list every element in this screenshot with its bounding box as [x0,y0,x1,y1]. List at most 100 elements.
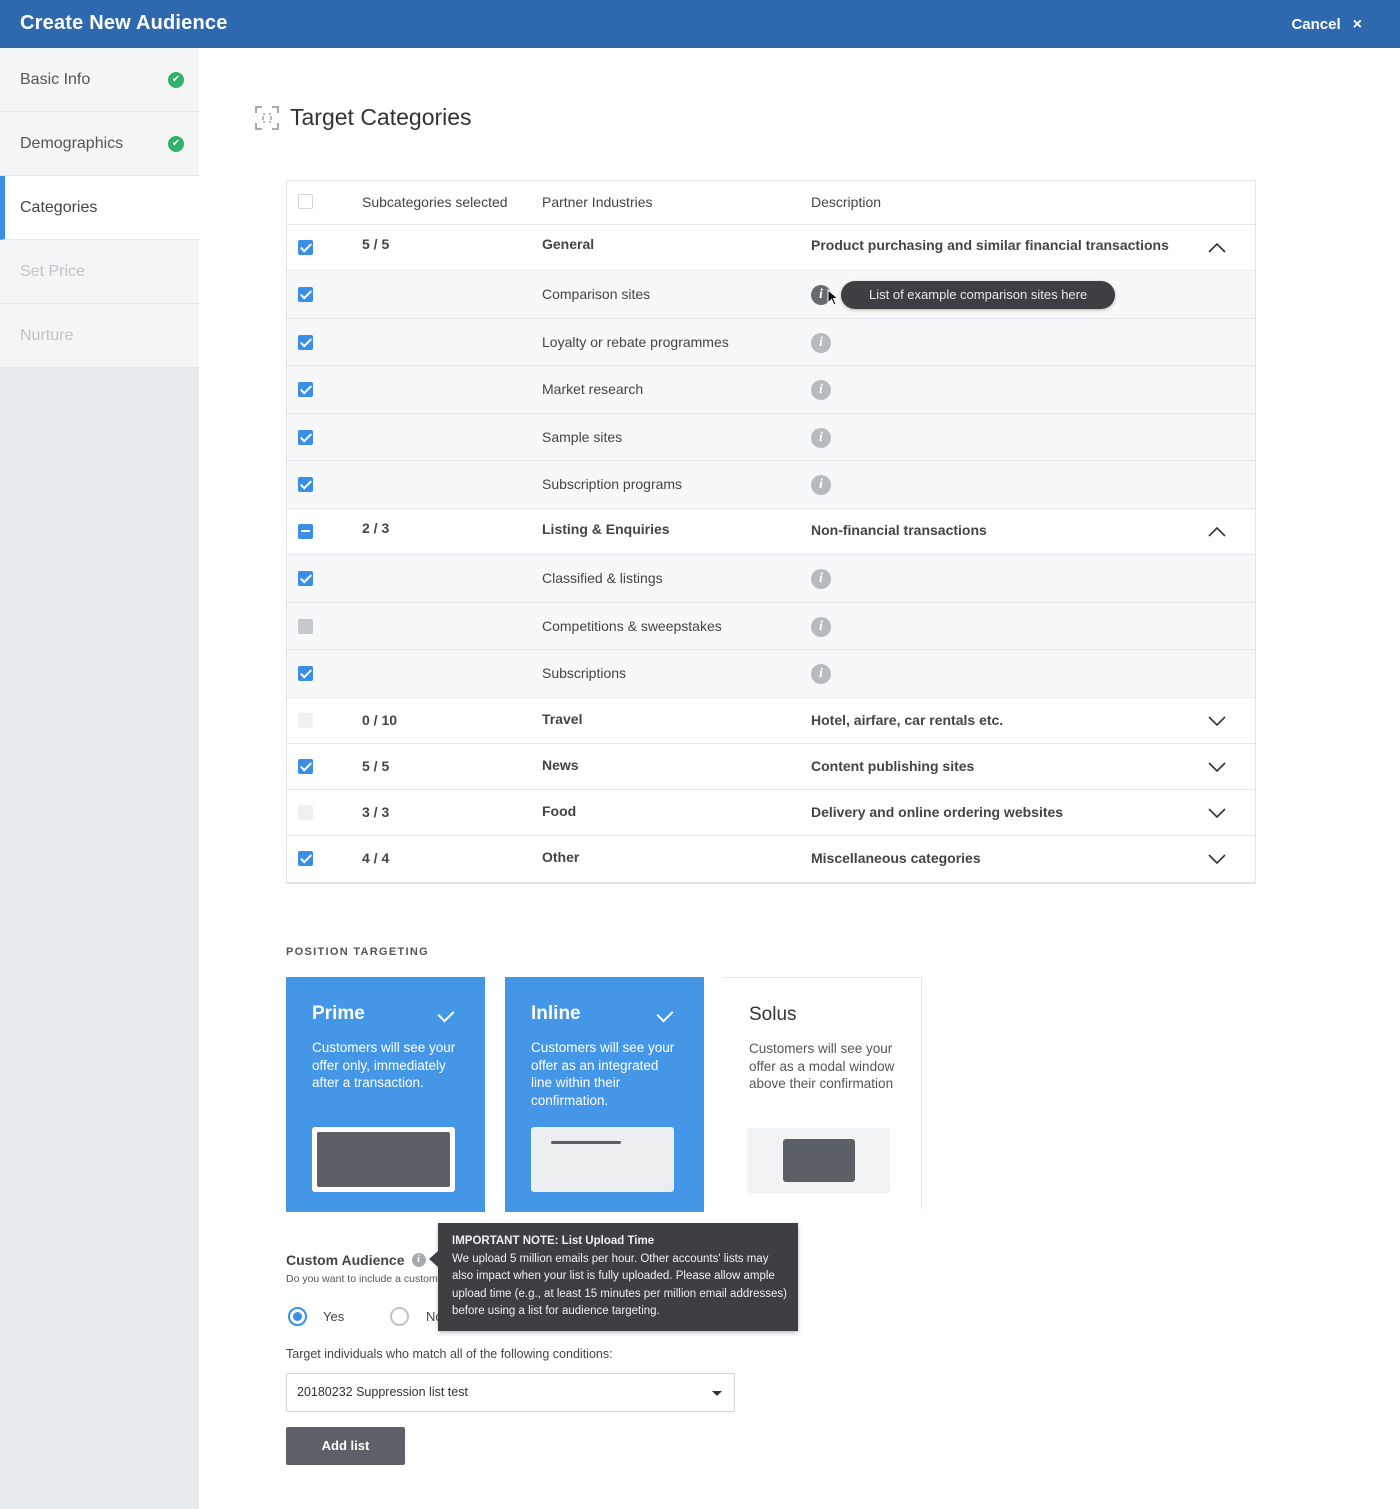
sidebar-item-set-price[interactable]: Set Price [0,240,199,304]
chevron-down-icon[interactable] [1207,849,1227,869]
category-row-food[interactable]: 3 / 3 Food Delivery and online ordering … [287,789,1255,836]
chevron-down-icon[interactable] [1207,711,1227,731]
info-icon[interactable]: i [811,664,831,685]
info-icon[interactable]: i [811,616,831,637]
sidebar-item-demographics[interactable]: Demographics ✔ [0,112,199,176]
subcategory-count: 2 / 3 [362,519,390,536]
radio-yes[interactable] [288,1307,307,1326]
sidebar: Basic Info ✔ Demographics ✔ Categories S… [0,48,199,1509]
category-checkbox[interactable] [298,758,313,774]
table-header: Subcategories selected Partner Industrie… [287,181,1255,225]
page-header-title: Create New Audience [20,12,228,34]
custom-audience-label: Custom Audience [286,1252,405,1268]
subcategory-count: 5 / 5 [362,236,390,252]
close-icon[interactable]: × [1353,16,1362,33]
subcategory-count: 4 / 4 [362,849,390,866]
category-checkbox[interactable] [298,523,313,539]
subcategory-name: Subscription programs [542,476,683,493]
subcategory-checkbox[interactable] [298,666,313,682]
info-icon[interactable]: i [811,332,831,353]
prime-preview-illustration [312,1127,455,1192]
sidebar-item-label: Categories [20,198,98,216]
subcategory-checkbox[interactable] [298,477,313,493]
subcategory-count: 0 / 10 [362,711,398,728]
subcategory-row[interactable]: Comparison sites i List of example compa… [287,271,1255,319]
category-checkbox[interactable] [298,712,313,728]
cancel-label: Cancel [1291,16,1341,33]
industry-name: Listing & Enquiries [542,520,670,537]
subcategory-row[interactable]: Classified & listings i [287,554,1255,603]
subcategory-row[interactable]: Loyalty or rebate programmes i [287,318,1255,367]
category-row-listing-enquiries[interactable]: 2 / 3 Listing & Enquiries Non-financial … [287,508,1255,555]
category-checkbox[interactable] [298,850,313,866]
radio-yes-label[interactable]: Yes [323,1309,344,1324]
subcategory-name: Classified & listings [542,569,663,586]
chevron-up-icon[interactable] [1207,238,1227,258]
category-row-news[interactable]: 5 / 5 News Content publishing sites [287,743,1255,790]
sidebar-item-label: Basic Info [20,70,91,88]
category-row-general[interactable]: 5 / 5 General Product purchasing and sim… [287,225,1255,271]
chevron-down-icon[interactable] [1207,757,1227,777]
industry-description: Product purchasing and similar financial… [811,237,1169,253]
industry-description: Content publishing sites [811,757,975,774]
check-circle-icon: ✔ [168,136,184,152]
select-all-checkbox[interactable] [298,194,313,209]
info-icon[interactable]: i [811,380,831,401]
info-icon[interactable]: i [811,568,831,589]
card-description: Customers will see your offer as a modal… [749,1041,895,1091]
industry-name: Travel [542,710,583,727]
subcategory-row[interactable]: Competitions & sweepstakes i [287,602,1255,651]
sidebar-item-nurture[interactable]: Nurture [0,304,199,368]
target-frame-icon [255,105,279,130]
page-title: Target Categories [290,104,472,130]
category-row-travel[interactable]: 0 / 10 Travel Hotel, airfare, car rental… [287,697,1255,744]
caret-down-icon [712,1391,722,1396]
chevron-up-icon[interactable] [1207,522,1227,542]
category-checkbox[interactable] [298,804,313,820]
subcategory-name: Loyalty or rebate programmes [542,333,729,350]
chevron-down-icon[interactable] [1207,803,1227,823]
subcategory-count: 5 / 5 [362,757,390,774]
subcategory-checkbox[interactable] [298,618,313,634]
section-title: Target Categories [254,104,472,131]
tooltip-title: IMPORTANT NOTE: List Upload Time [452,1235,655,1247]
info-icon[interactable]: i [411,1253,426,1267]
subcategory-row[interactable]: Subscriptions i [287,650,1255,698]
info-icon[interactable]: i [811,427,831,448]
header-description: Description [811,194,882,210]
info-icon[interactable]: i [811,475,831,496]
subcategory-row[interactable]: Market research i [287,366,1255,414]
industry-description: Delivery and online ordering websites [811,803,1064,820]
tooltip-body: We upload 5 million emails per hour. Oth… [452,1252,787,1318]
list-select[interactable]: 20180232 Suppression list test [286,1373,735,1412]
position-card-prime[interactable]: Prime Customers will see your offer only… [286,977,485,1212]
sidebar-item-basic-info[interactable]: Basic Info ✔ [0,48,199,112]
mouse-cursor-icon [827,289,840,306]
subcategory-checkbox[interactable] [298,382,313,398]
subcategory-checkbox[interactable] [298,287,313,302]
top-bar: Create New Audience Cancel × [0,0,1400,48]
position-card-solus[interactable]: Solus Customers will see your offer as a… [723,977,922,1209]
subcategory-row[interactable]: Subscription programs i [287,461,1255,509]
sidebar-item-categories[interactable]: Categories [0,176,199,240]
subcategory-name: Subscriptions [542,665,627,682]
industry-name: General [542,236,595,252]
cancel-button[interactable]: Cancel × [1291,16,1362,33]
position-card-inline[interactable]: Inline Customers will see your offer as … [505,977,704,1212]
subcategory-checkbox[interactable] [298,570,313,586]
custom-audience-title: Custom Audience i [286,1252,426,1268]
category-checkbox[interactable] [298,240,313,255]
subcategory-row[interactable]: Sample sites i [287,413,1255,462]
sidebar-item-label: Nurture [20,326,74,344]
subcategory-checkbox[interactable] [298,429,313,445]
conditions-label: Target individuals who match all of the … [286,1347,613,1361]
subcategory-name: Comparison sites [542,286,651,302]
add-list-button[interactable]: Add list [286,1427,405,1465]
inline-preview-illustration [531,1127,674,1192]
category-row-other[interactable]: 4 / 4 Other Miscellaneous categories [287,835,1255,882]
industry-description: Hotel, airfare, car rentals etc. [811,711,1004,728]
solus-preview-illustration [747,1128,890,1193]
subcategory-count: 3 / 3 [362,803,390,820]
radio-no[interactable] [390,1307,409,1326]
subcategory-checkbox[interactable] [298,334,313,350]
